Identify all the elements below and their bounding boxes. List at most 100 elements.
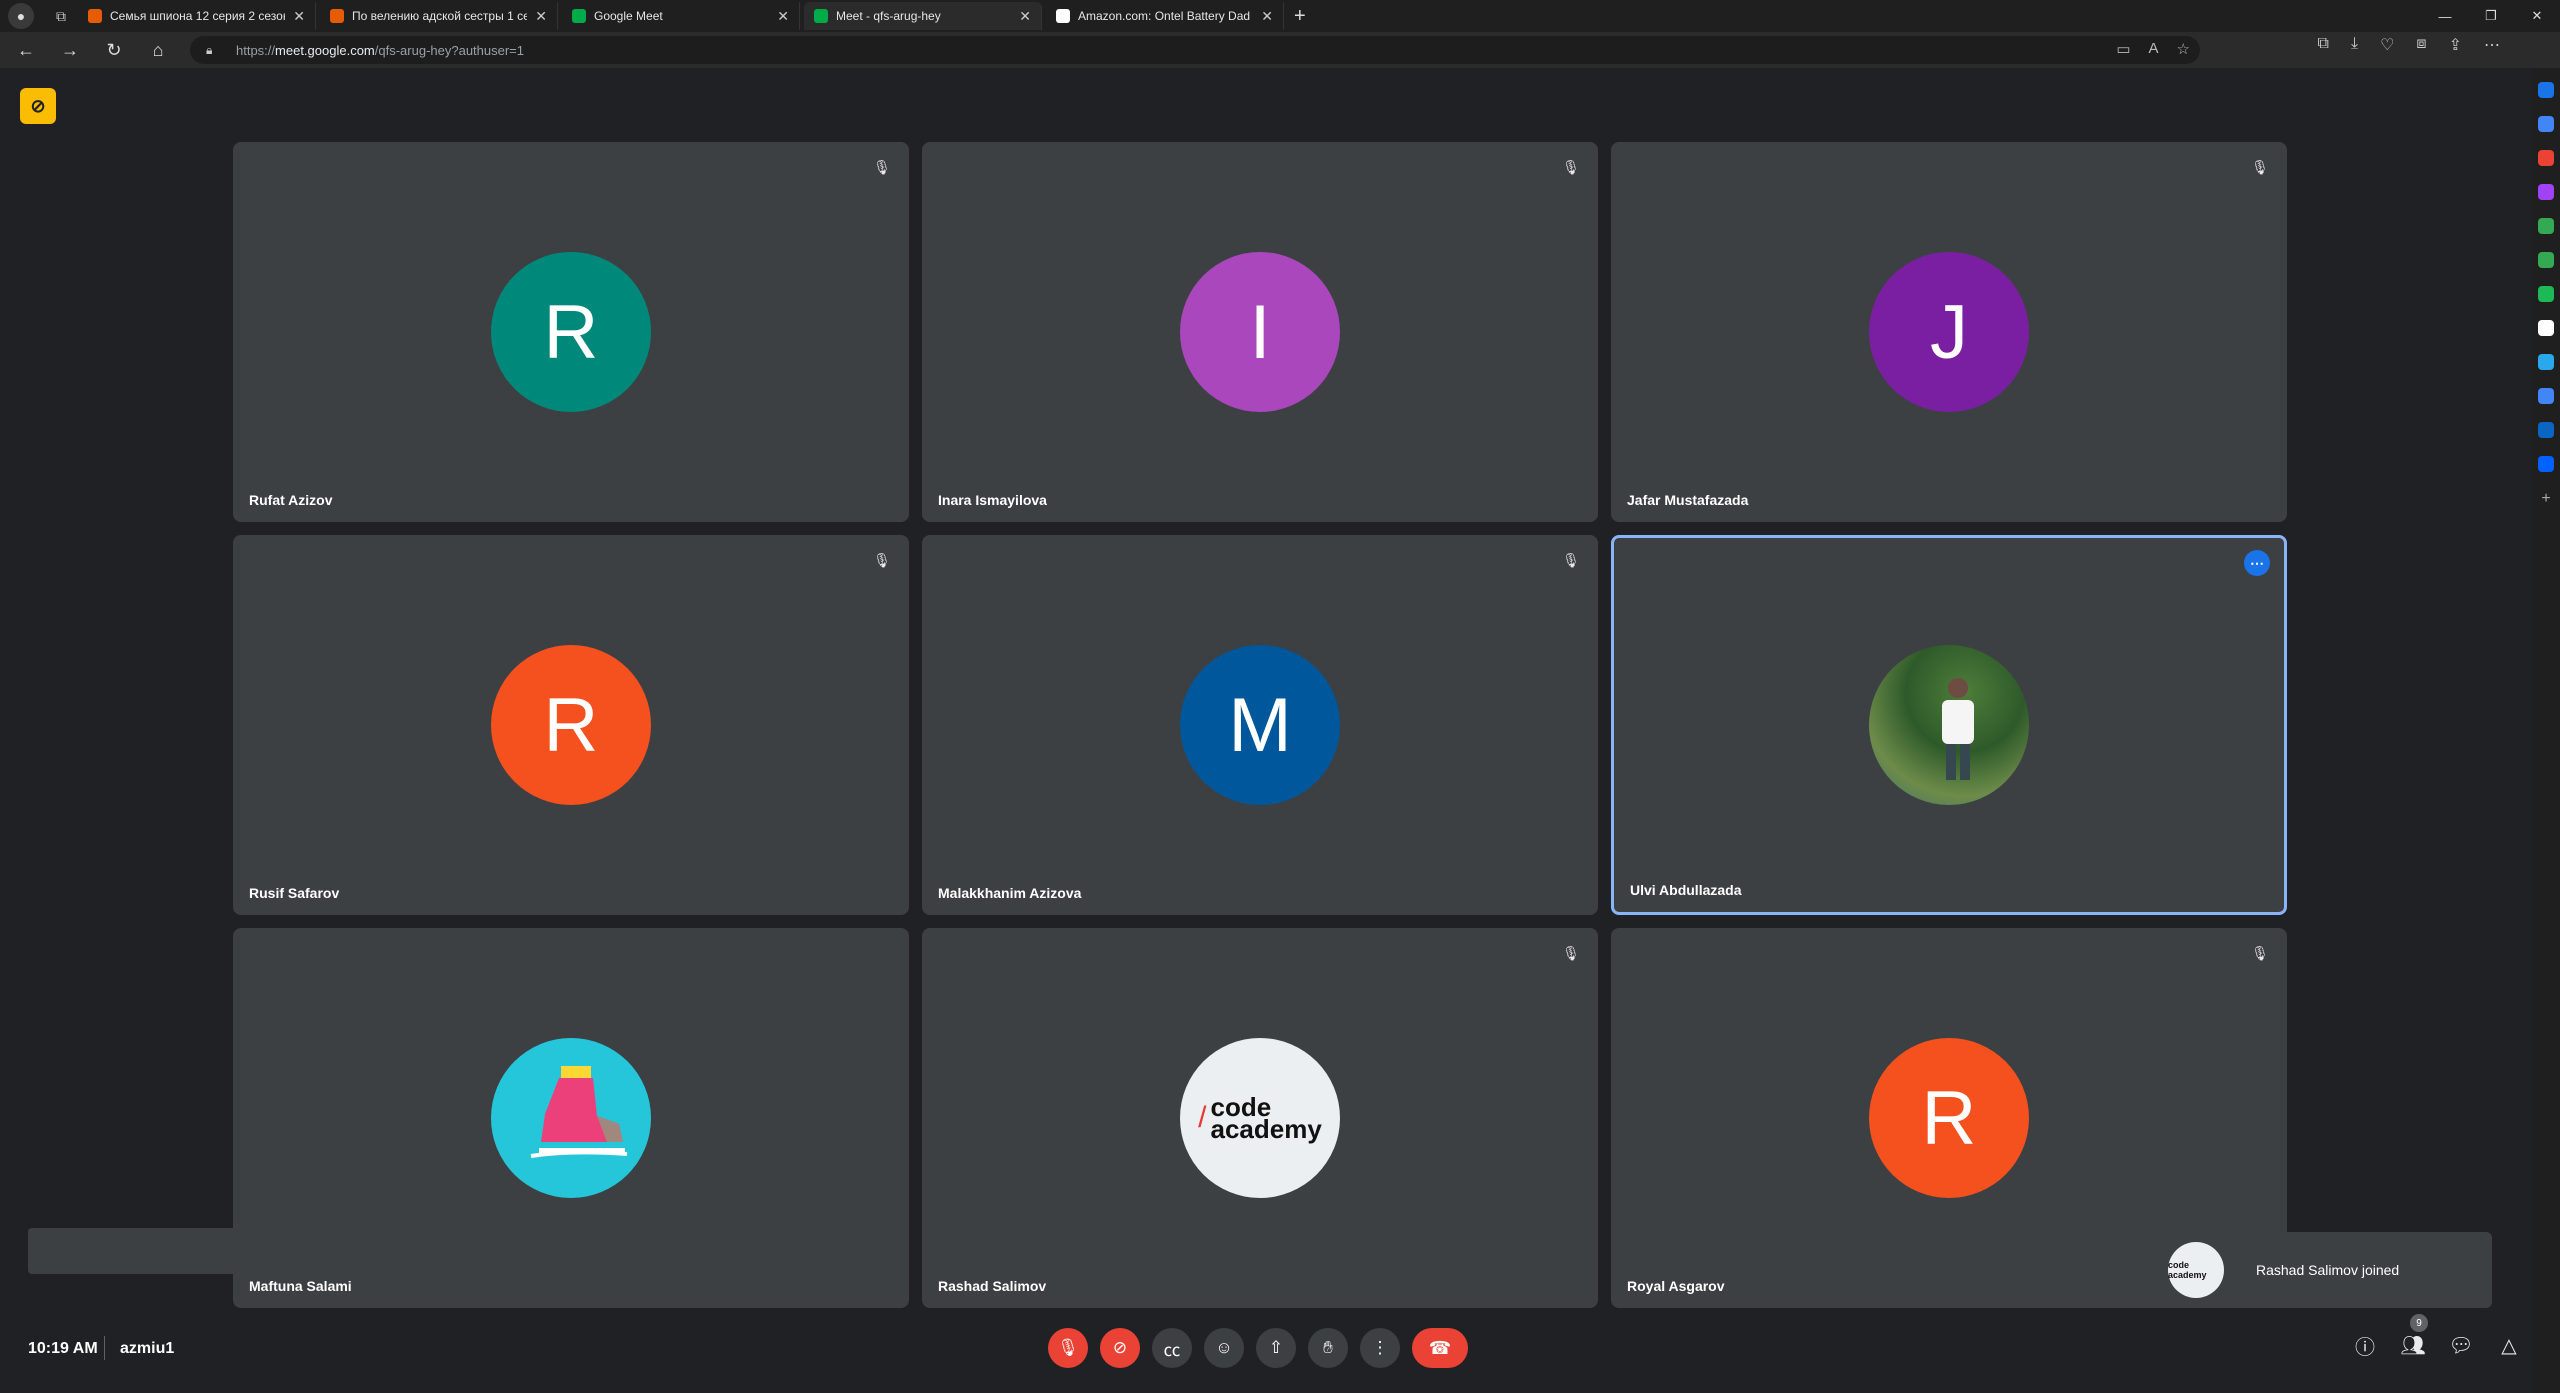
participant-tile[interactable]: / code academy 🎙︎ Rashad Salimov [922,928,1598,1308]
forward-icon[interactable]: → [52,35,88,65]
toolbox-icon[interactable] [2538,150,2554,166]
present-screen-button[interactable]: ⇧ [1256,1328,1296,1368]
mic-off-icon: 🎙︎ [2251,944,2269,961]
drive-icon[interactable] [2538,218,2554,234]
participant-name: Rusif Safarov [249,885,340,901]
copilot-icon[interactable] [2538,82,2554,98]
participant-tile[interactable]: R 🎙︎ Rusif Safarov [233,535,909,915]
url-bar-icons: ▭ A ☆ [2116,40,2190,58]
browser-tab[interactable]: Google Meet ✕ [562,2,800,30]
edge-sidebar: + [2532,68,2560,1393]
raise-hand-button[interactable]: ✋︎ [1308,1328,1348,1368]
mic-off-icon: 🎙︎ [873,158,891,175]
read-aloud-icon[interactable]: A [2149,40,2159,58]
profile-icon[interactable]: ● [8,3,34,29]
browser-tab[interactable]: По велению адской сестры 1 се ✕ [320,2,558,30]
restore-icon[interactable]: ❐ [2468,0,2514,32]
menu-dots-icon[interactable]: ⋯ [2484,35,2500,55]
translate-icon[interactable] [2538,388,2554,404]
mic-toggle-button[interactable]: 🎙︎ [1048,1328,1088,1368]
avatar: R [491,252,651,412]
close-tab-icon[interactable]: ✕ [293,8,305,25]
tab-favicon-icon [1056,9,1070,23]
spotify-icon[interactable] [2538,286,2554,302]
share-icon[interactable]: ⇪ [2449,35,2462,55]
ice-skate-icon [530,1066,628,1158]
side-panel-controls: ⓘ 👥︎ 9 💬︎ △ [2352,1314,2522,1359]
avatar-photo [1869,645,2029,805]
activities-icon[interactable]: △ [2496,1332,2522,1358]
tab-title: Семья шпиона 12 серия 2 сезон [110,9,286,23]
participant-tile[interactable]: I 🎙︎ Inara Ismayilova [922,142,1598,522]
more-options-icon[interactable]: ⋯ [2244,550,2270,576]
tab-favicon-icon [572,9,586,23]
emoji-reaction-button[interactable]: ☺ [1204,1328,1244,1368]
code-academy-logo: code academy [1210,1092,1322,1144]
participant-name: Ulvi Abdullazada [1630,882,1742,898]
chat-icon[interactable]: 💬︎ [2448,1332,2474,1358]
call-controls: 🎙︎ ⊘ ㏄ ☺ ⇧ ✋︎ ⋮ ☎︎ [1048,1328,1468,1368]
address-bar-row: ← → ↻ ⌂ 🔒︎ https://meet.google.com/qfs-a… [0,32,2560,68]
url-bar[interactable]: 🔒︎ https://meet.google.com/qfs-arug-hey?… [190,36,2200,64]
extensions-icon[interactable]: ⧉ [2318,35,2329,55]
avatar: I [1180,252,1340,412]
mic-off-icon: 🎙︎ [1562,158,1580,175]
close-tab-icon[interactable]: ✕ [1019,8,1031,25]
camera-toggle-button[interactable]: ⊘ [1100,1328,1140,1368]
participant-name: Royal Asgarov [1627,1278,1725,1294]
meeting-code: azmiu1 [120,1340,175,1357]
camera-off-badge-icon[interactable]: ⊘ [20,88,56,124]
linkedin-icon[interactable] [2538,422,2554,438]
tag-icon[interactable] [2538,116,2554,132]
participant-name: Rufat Azizov [249,492,333,508]
mic-off-icon: 🎙︎ [2251,158,2269,175]
home-icon[interactable]: ⌂ [140,35,176,65]
games-icon[interactable] [2538,184,2554,200]
divider [104,1336,105,1360]
telegram-icon[interactable] [2538,354,2554,370]
participant-tile-active-speaker[interactable]: ⋯ Ulvi Abdullazada [1611,535,2287,915]
close-tab-icon[interactable]: ✕ [777,8,789,25]
participant-tile[interactable]: R 🎙︎ Rufat Azizov [233,142,909,522]
workspaces-icon[interactable]: ⧉ [48,3,74,29]
participant-name: Inara Ismayilova [938,492,1047,508]
toast-avatar: code academy [2168,1242,2224,1298]
meeting-details-icon[interactable]: ⓘ [2352,1332,2378,1359]
downloads-icon[interactable]: ⤓ [2351,35,2358,55]
add-sidebar-app-icon[interactable]: + [2538,490,2554,507]
collections-icon[interactable]: ⧈ [2416,35,2426,55]
browser-tab[interactable]: Семья шпиона 12 серия 2 сезон ✕ [78,2,316,30]
meeting-time: 10:19 AM [28,1340,98,1357]
back-icon[interactable]: ← [8,35,44,65]
participant-name: Maftuna Salami [249,1278,352,1294]
participant-tile[interactable]: M 🎙︎ Malakkhanim Azizova [922,535,1598,915]
close-tab-icon[interactable]: ✕ [535,8,547,25]
meet-control-bar: 10:19 AM azmiu1 🎙︎ ⊘ ㏄ ☺ ⇧ ✋︎ ⋮ ☎︎ ⓘ 👥︎ … [0,1308,2532,1393]
x-icon[interactable] [2538,320,2554,336]
url-text: https://meet.google.com/qfs-arug-hey?aut… [236,42,524,58]
browser-essentials-icon[interactable]: ♡ [2380,35,2394,55]
participant-tile[interactable]: J 🎙︎ Jafar Mustafazada [1611,142,2287,522]
camera-permission-icon[interactable]: ▭ [2116,40,2130,58]
participant-name: Rashad Salimov [938,1278,1047,1294]
browser-tab-active[interactable]: Meet - qfs-arug-hey ✕ [804,2,1042,30]
reload-icon[interactable]: ↻ [96,35,132,65]
tab-favicon-icon [330,9,344,23]
favorite-star-icon[interactable]: ☆ [2177,40,2190,58]
dropbox-icon[interactable] [2538,456,2554,472]
lock-icon[interactable]: 🔒︎ [206,43,220,57]
people-icon[interactable]: 👥︎ 9 [2400,1314,2428,1358]
tree-icon[interactable] [2538,252,2554,268]
join-notification: code academy Rashad Salimov joined [2132,1232,2492,1308]
leave-call-button[interactable]: ☎︎ [1412,1328,1468,1368]
avatar-code-academy: / code academy [1180,1038,1340,1198]
new-tab-icon[interactable]: + [1294,5,1306,28]
captions-button[interactable]: ㏄ [1152,1328,1192,1368]
minimize-icon[interactable]: — [2422,0,2468,32]
more-options-button[interactable]: ⋮ [1360,1328,1400,1368]
browser-tab[interactable]: Amazon.com: Ontel Battery Dad ✕ [1046,2,1284,30]
mic-off-icon: 🎙︎ [873,551,891,568]
close-window-icon[interactable]: ✕ [2514,0,2560,32]
participant-count-badge: 9 [2410,1314,2428,1332]
close-tab-icon[interactable]: ✕ [1261,8,1273,25]
